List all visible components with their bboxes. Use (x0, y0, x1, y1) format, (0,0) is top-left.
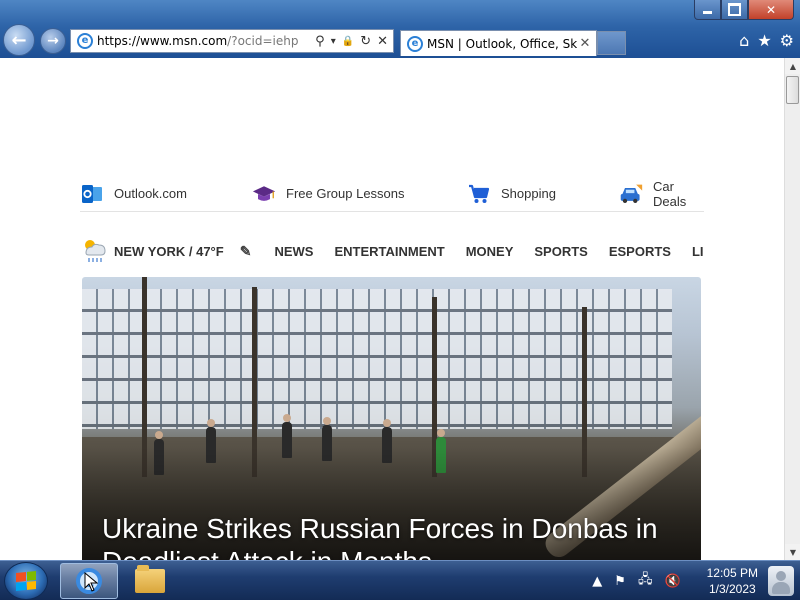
show-hidden-icons-icon[interactable]: ▲ (592, 574, 602, 589)
outlook-icon (80, 183, 104, 205)
back-button[interactable]: ← (3, 24, 35, 56)
taskbar-file-explorer[interactable] (121, 563, 179, 599)
quick-links-bar: Outlook.com Free Group Lessons Shopping … (80, 176, 704, 212)
quick-link-label: Shopping (501, 186, 556, 201)
mouse-cursor-icon (84, 571, 99, 596)
scroll-down-arrow-icon[interactable]: ▼ (785, 544, 800, 560)
search-icon[interactable]: ⚲ (315, 34, 325, 49)
weather-widget[interactable]: NEW YORK / 47°F ✎ (80, 236, 251, 266)
back-arrow-icon: ← (11, 29, 27, 51)
user-icon (768, 566, 794, 596)
stop-icon[interactable]: ✕ (377, 34, 388, 49)
nav-link-lifestyle[interactable]: LIFESTYLE (692, 244, 704, 259)
nav-link-entertainment[interactable]: ENTERTAINMENT (334, 244, 444, 259)
nav-link-news[interactable]: NEWS (274, 244, 313, 259)
browser-titlebar: ✕ ← → e https:// www.msn.com /?ocid=iehp… (0, 0, 800, 58)
nav-link-sports[interactable]: SPORTS (534, 244, 587, 259)
clock-date: 1/3/2023 (708, 582, 756, 596)
tab-close-icon[interactable]: ✕ (577, 36, 593, 51)
news-navigation-bar: NEW YORK / 47°F ✎ NEWS ENTERTAINMENT MON… (80, 234, 704, 268)
quick-link-car-deals[interactable]: Car Deals (619, 179, 704, 209)
lock-icon[interactable]: 🔒 (342, 36, 354, 47)
volume-muted-icon[interactable]: 🔇 (664, 574, 680, 589)
quick-link-shopping[interactable]: Shopping (467, 183, 556, 205)
clock-time: 12:05 PM (706, 566, 758, 580)
ie-tab-icon: e (407, 35, 423, 52)
command-icons: ⌂ ★ ⚙ (739, 31, 794, 50)
forward-arrow-icon: → (47, 33, 59, 49)
tools-gear-icon[interactable]: ⚙ (780, 31, 794, 50)
url-path: /?ocid=iehp (227, 34, 299, 48)
new-tab-button[interactable] (597, 31, 626, 55)
car-icon (619, 183, 643, 205)
scroll-up-arrow-icon[interactable]: ▲ (785, 58, 800, 74)
system-tray: ▲ ⚑ 🖧 🔇 12:05 PM 1/3/2023 (592, 561, 758, 600)
start-button[interactable] (4, 562, 48, 600)
user-account-button[interactable] (762, 561, 800, 600)
folder-icon (135, 565, 165, 593)
edit-pencil-icon[interactable]: ✎ (240, 243, 252, 260)
clock[interactable]: 12:05 PM 1/3/2023 (707, 565, 758, 597)
favorites-star-icon[interactable]: ★ (757, 31, 771, 50)
network-icon[interactable]: 🖧 (638, 570, 653, 592)
url-host: www.msn.com (140, 34, 228, 48)
quick-link-outlook[interactable]: Outlook.com (80, 183, 187, 205)
shopping-cart-icon (467, 183, 491, 205)
vertical-scrollbar[interactable]: ▲ ▼ (784, 58, 800, 560)
page-viewport: Outlook.com Free Group Lessons Shopping … (0, 58, 784, 560)
nav-link-esports[interactable]: ESPORTS (609, 244, 671, 259)
weather-location-temp: NEW YORK / 47°F (114, 243, 224, 259)
dropdown-chevron-icon[interactable]: ▾ (331, 36, 336, 47)
quick-link-label: Car Deals (653, 178, 687, 209)
action-center-flag-icon[interactable]: ⚑ (614, 574, 626, 589)
ie-page-icon: e (77, 33, 93, 49)
tab-title: MSN | Outlook, Office, Sky... (427, 36, 577, 51)
taskbar: e ▲ ⚑ 🖧 🔇 12:05 PM 1/3/2023 (0, 560, 800, 600)
graduation-cap-icon (252, 183, 276, 205)
address-bar[interactable]: e https:// www.msn.com /?ocid=iehp ⚲ ▾ 🔒… (70, 29, 394, 53)
quick-link-label: Free Group Lessons (286, 186, 405, 201)
nav-link-money[interactable]: MONEY (466, 244, 514, 259)
maximize-button[interactable] (721, 0, 748, 20)
windows-logo-icon (16, 570, 36, 592)
refresh-icon[interactable]: ↻ (360, 34, 371, 49)
home-icon[interactable]: ⌂ (739, 31, 749, 50)
quick-link-label: Outlook.com (114, 186, 187, 201)
nav-links: NEWS ENTERTAINMENT MONEY SPORTS ESPORTS … (274, 244, 704, 259)
weather-rain-icon (80, 236, 108, 266)
forward-button[interactable]: → (40, 28, 66, 54)
minimize-button[interactable] (694, 0, 721, 20)
close-window-button[interactable]: ✕ (748, 0, 794, 20)
tab-msn[interactable]: e MSN | Outlook, Office, Sky... ✕ (400, 30, 597, 56)
quick-link-free-group-lessons[interactable]: Free Group Lessons (252, 183, 405, 205)
hero-story-card[interactable]: Ukraine Strikes Russian Forces in Donbas… (82, 277, 701, 560)
hero-headline[interactable]: Ukraine Strikes Russian Forces in Donbas… (102, 512, 692, 560)
url-protocol: https:// (97, 34, 141, 48)
window-controls: ✕ (694, 0, 794, 20)
scroll-thumb[interactable] (786, 76, 799, 104)
